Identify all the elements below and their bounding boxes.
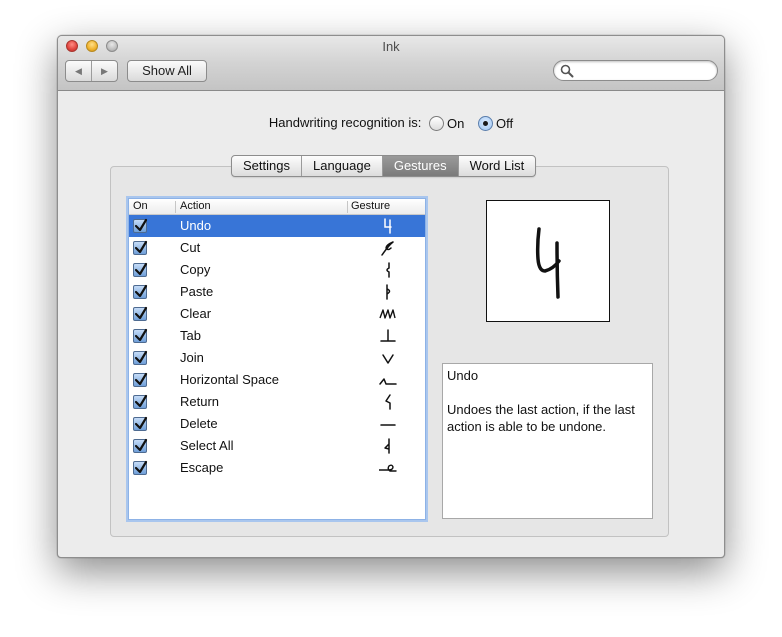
tab-gestures[interactable]: Gestures (381, 156, 458, 176)
action-label: Tab (180, 328, 201, 343)
gesture-preview (486, 200, 610, 322)
table-row[interactable]: Horizontal Space (129, 369, 425, 391)
paste-gesture-icon (386, 284, 391, 300)
tab-gesture-icon (380, 329, 396, 342)
table-row[interactable]: Delete (129, 413, 425, 435)
action-label: Select All (180, 438, 234, 453)
horizontal-space-gesture-icon (379, 378, 397, 385)
recognition-on-label: On (447, 116, 465, 132)
recognition-off-option[interactable]: Off (474, 116, 514, 132)
table-row[interactable]: Tab (129, 325, 425, 347)
table-row[interactable]: Undo (129, 215, 425, 237)
table-row[interactable]: Escape (129, 457, 425, 479)
description-title: Undo (447, 368, 479, 383)
preferences-window: Ink ◀ ▶ Show All Handwriting recognition… (57, 35, 725, 558)
action-label: Copy (180, 262, 211, 277)
return-gesture-icon (385, 394, 391, 410)
enabled-checkbox[interactable] (133, 284, 148, 299)
action-label: Return (180, 394, 220, 409)
copy-gesture-icon (386, 262, 390, 278)
enabled-checkbox[interactable] (133, 240, 148, 255)
description-text: Undoes the last action, if the last acti… (447, 402, 635, 434)
join-gesture-icon (382, 354, 394, 364)
table-row[interactable]: Copy (129, 259, 425, 281)
table-row[interactable]: Join (129, 347, 425, 369)
enabled-checkbox[interactable] (133, 394, 148, 409)
show-all-button[interactable]: Show All (127, 60, 207, 82)
delete-gesture-icon (380, 424, 396, 426)
table-row[interactable]: Return (129, 391, 425, 413)
table-header: On Action Gesture (129, 199, 425, 215)
undo-gesture-icon (384, 218, 392, 234)
recognition-setting: Handwriting recognition is: On Off (58, 115, 724, 132)
forward-button[interactable]: ▶ (91, 61, 117, 81)
action-label: Paste (180, 284, 214, 299)
column-header-on[interactable]: On (133, 200, 148, 212)
enabled-checkbox[interactable] (133, 438, 148, 453)
clear-gesture-icon (379, 309, 396, 319)
recognition-off-radio[interactable] (477, 116, 493, 132)
gestures-table[interactable]: On Action Gesture Undo Cut Copy Paste Cl… (128, 198, 426, 520)
action-label: Join (180, 350, 204, 365)
tab-word-list[interactable]: Word List (457, 156, 536, 176)
search-icon (560, 64, 574, 78)
column-header-gesture[interactable]: Gesture (351, 200, 390, 212)
gesture-description: Undo Undoes the last action, if the last… (442, 363, 653, 519)
table-row[interactable]: Paste (129, 281, 425, 303)
tab-language[interactable]: Language (300, 156, 382, 176)
enabled-checkbox[interactable] (133, 350, 148, 365)
back-button[interactable]: ◀ (66, 61, 91, 81)
enabled-checkbox[interactable] (133, 328, 148, 343)
action-label: Delete (180, 416, 218, 431)
action-label: Clear (180, 306, 212, 321)
tab-settings[interactable]: Settings (232, 156, 301, 176)
recognition-label: Handwriting recognition is: (268, 115, 422, 130)
back-forward-control: ◀ ▶ (65, 60, 118, 82)
table-row[interactable]: Cut (129, 237, 425, 259)
recognition-on-radio[interactable] (429, 116, 444, 132)
escape-gesture-icon (379, 464, 397, 472)
tab-bar: Settings Language Gestures Word List (231, 155, 537, 177)
action-label: Horizontal Space (180, 372, 279, 387)
toolbar: Ink ◀ ▶ Show All (58, 36, 724, 91)
enabled-checkbox[interactable] (133, 416, 148, 431)
table-row[interactable]: Select All (129, 435, 425, 457)
select-all-gesture-icon (384, 438, 390, 454)
enabled-checkbox[interactable] (133, 218, 148, 233)
recognition-on-option[interactable]: On (425, 116, 465, 132)
column-header-action[interactable]: Action (180, 200, 211, 212)
cut-gesture-icon (381, 241, 394, 256)
column-divider (347, 201, 348, 213)
enabled-checkbox[interactable] (133, 372, 148, 387)
undo-gesture-preview-icon (535, 227, 561, 299)
table-row[interactable]: Clear (129, 303, 425, 325)
action-label: Undo (180, 218, 212, 233)
action-label: Cut (180, 240, 201, 255)
enabled-checkbox[interactable] (133, 306, 148, 321)
recognition-off-label: Off (495, 116, 514, 132)
window-title: Ink (382, 39, 400, 54)
enabled-checkbox[interactable] (133, 460, 148, 475)
column-divider (175, 201, 176, 213)
search-field[interactable] (553, 60, 718, 81)
action-label: Escape (180, 460, 224, 475)
enabled-checkbox[interactable] (133, 262, 148, 277)
